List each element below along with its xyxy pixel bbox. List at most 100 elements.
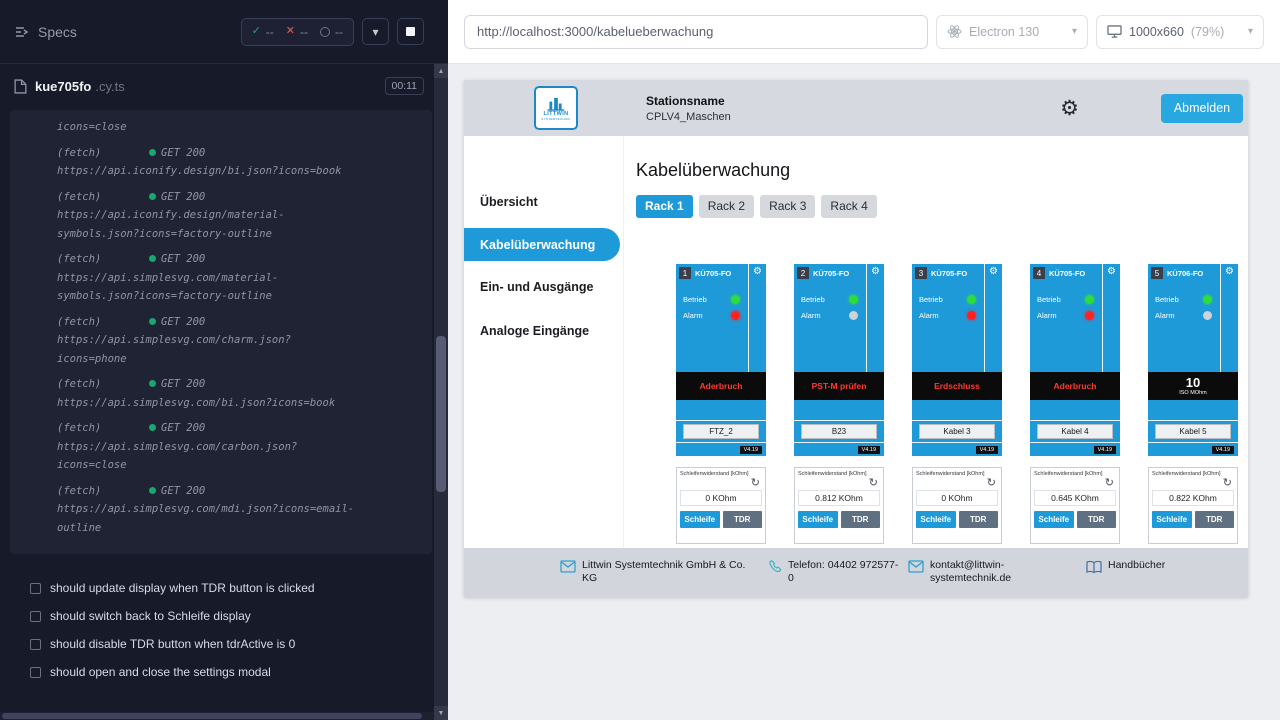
specs-label: Specs <box>38 24 77 40</box>
sidebar-item-kabelueberwachung[interactable]: Kabelüberwachung <box>464 228 620 261</box>
refresh-icon[interactable]: ↻ <box>1105 477 1114 488</box>
http-status: GET 200 <box>161 191 205 203</box>
chevron-down-icon: ▾ <box>372 26 378 38</box>
specs-menu[interactable]: Specs <box>14 24 77 40</box>
test-stats: ✓-- ✕-- -- <box>241 18 354 46</box>
tab-rack-4[interactable]: Rack 4 <box>821 195 876 218</box>
success-dot-icon <box>149 255 156 262</box>
success-dot-icon <box>149 149 156 156</box>
scroll-up-arrow[interactable]: ▲ <box>434 64 448 78</box>
sidebar-item-uebersicht[interactable]: Übersicht <box>464 184 623 220</box>
tdr-button[interactable]: TDR <box>1195 511 1235 528</box>
success-dot-icon <box>149 380 156 387</box>
station-label: Stationsname <box>646 94 731 108</box>
vertical-scrollbar[interactable]: ▲ ▼ <box>434 64 448 720</box>
sidebar-item-analoge-eingaenge[interactable]: Analoge Eingänge <box>464 313 623 349</box>
fetch-label: (fetch) <box>57 419 149 438</box>
horizontal-scrollbar[interactable] <box>0 712 434 720</box>
device-card: 3 KÜ705-FO Betrieb Alarm ⚙ Erdschluss <box>912 264 1002 544</box>
http-status: GET 200 <box>161 316 205 328</box>
log-entry[interactable]: icons=close <box>57 118 426 137</box>
tab-rack-1[interactable]: Rack 1 <box>636 195 693 218</box>
log-entry[interactable]: (fetch)GET 200 https://api.simplesvg.com… <box>57 313 426 369</box>
viewport-select[interactable]: 1000x660 (79%) ▾ <box>1096 15 1264 49</box>
test-item[interactable]: should open and close the settings modal <box>0 658 448 686</box>
tab-rack-2[interactable]: Rack 2 <box>699 195 754 218</box>
log-entry[interactable]: (fetch)GET 200 https://api.simplesvg.com… <box>57 375 426 412</box>
tdr-button[interactable]: TDR <box>723 511 763 528</box>
stop-button[interactable] <box>397 18 424 45</box>
cross-icon: ✕ <box>286 26 295 37</box>
brand-subtitle: SYSTEMTECHNIK <box>541 117 570 121</box>
test-item[interactable]: should update display when TDR button is… <box>0 574 448 602</box>
log-entry[interactable]: (fetch)GET 200 https://api.simplesvg.com… <box>57 250 426 306</box>
device-front: 3 KÜ705-FO Betrieb Alarm ⚙ Erdschluss <box>912 264 1002 456</box>
scroll-down-arrow[interactable]: ▼ <box>434 706 448 720</box>
measurement-panel: Schleifenwiderstand [kOhm] ↻ 0.822 KOhm … <box>1148 467 1238 544</box>
device-model: KÜ706-FO <box>1167 269 1203 278</box>
device-settings-icon[interactable]: ⚙ <box>871 267 880 372</box>
betrieb-led <box>967 295 976 304</box>
refresh-icon[interactable]: ↻ <box>1223 477 1232 488</box>
device-front: 4 KÜ705-FO Betrieb Alarm ⚙ Aderbruch <box>1030 264 1120 456</box>
measurement-value: 0.645 KOhm <box>1034 490 1116 506</box>
app-body: Übersicht Kabelüberwachung Ein- und Ausg… <box>464 136 1248 548</box>
check-icon: ✓ <box>252 26 261 37</box>
log-entry[interactable]: (fetch)GET 200 https://api.simplesvg.com… <box>57 482 426 538</box>
schleife-button[interactable]: Schleife <box>798 511 838 528</box>
alarm-led <box>967 311 976 320</box>
logout-button[interactable]: Abmelden <box>1161 94 1243 123</box>
firmware-version: V4.19 <box>1212 446 1234 454</box>
refresh-icon[interactable]: ↻ <box>869 477 878 488</box>
schleife-button[interactable]: Schleife <box>1034 511 1074 528</box>
log-entry[interactable]: (fetch)GET 200 https://api.iconify.desig… <box>57 144 426 181</box>
url-input[interactable] <box>464 15 928 49</box>
cable-name: FTZ_2 <box>683 424 759 439</box>
device-settings-icon[interactable]: ⚙ <box>1107 267 1116 372</box>
collapse-button[interactable]: ▾ <box>362 18 389 45</box>
spec-file-icon <box>14 79 27 94</box>
device-settings-icon[interactable]: ⚙ <box>753 267 762 372</box>
station-value: CPLV4_Maschen <box>646 111 731 123</box>
schleife-button[interactable]: Schleife <box>1152 511 1192 528</box>
mail-icon <box>560 560 576 573</box>
preview-toolbar: Electron 130 ▾ 1000x660 (79%) ▾ <box>448 0 1280 64</box>
spec-header[interactable]: kue705fo .cy.ts 00:11 <box>0 64 448 108</box>
alarm-led <box>1085 311 1094 320</box>
device-settings-icon[interactable]: ⚙ <box>989 267 998 372</box>
test-item[interactable]: should switch back to Schleife display <box>0 602 448 630</box>
device-card: 5 KÜ706-FO Betrieb Alarm ⚙ 1 <box>1148 264 1238 544</box>
settings-gear-icon[interactable]: ⚙ <box>1060 98 1079 119</box>
refresh-icon[interactable]: ↻ <box>987 477 996 488</box>
failed-count: ✕-- <box>286 25 308 39</box>
test-state-icon <box>30 583 41 594</box>
app-header: LITTWIN SYSTEMTECHNIK Stationsname CPLV4… <box>464 80 1248 136</box>
schleife-button[interactable]: Schleife <box>680 511 720 528</box>
mail-icon <box>908 560 924 573</box>
browser-select[interactable]: Electron 130 ▾ <box>936 15 1088 49</box>
horizontal-scrollbar-thumb[interactable] <box>2 713 422 719</box>
tdr-button[interactable]: TDR <box>1077 511 1117 528</box>
app-stage: LITTWIN SYSTEMTECHNIK Stationsname CPLV4… <box>448 64 1280 720</box>
http-status: GET 200 <box>161 147 205 159</box>
vertical-scrollbar-thumb[interactable] <box>436 336 446 492</box>
device-settings-icon[interactable]: ⚙ <box>1225 267 1234 372</box>
log-entry[interactable]: (fetch)GET 200 https://api.iconify.desig… <box>57 188 426 244</box>
sidebar-item-ein-ausgaenge[interactable]: Ein- und Ausgänge <box>464 269 623 305</box>
tdr-button[interactable]: TDR <box>841 511 881 528</box>
tab-rack-3[interactable]: Rack 3 <box>760 195 815 218</box>
device-model: KÜ705-FO <box>1049 269 1085 278</box>
refresh-icon[interactable]: ↻ <box>751 477 760 488</box>
device-front: 1 KÜ705-FO Betrieb Alarm ⚙ Aderbruch <box>676 264 766 456</box>
spec-extension: .cy.ts <box>95 79 124 94</box>
footer-email: kontakt@littwin-systemtechnik.de <box>908 559 1086 585</box>
schleife-button[interactable]: Schleife <box>916 511 956 528</box>
status-display: 10 ISO MOhm <box>1148 372 1238 400</box>
viewport-size: 1000x660 <box>1129 25 1184 39</box>
tdr-button[interactable]: TDR <box>959 511 999 528</box>
log-entry[interactable]: (fetch)GET 200 https://api.simplesvg.com… <box>57 419 426 475</box>
specs-menu-icon <box>14 24 30 40</box>
command-log: icons=close (fetch)GET 200 https://api.i… <box>10 110 432 554</box>
measurement-value: 0.812 KOhm <box>798 490 880 506</box>
test-item[interactable]: should disable TDR button when tdrActive… <box>0 630 448 658</box>
